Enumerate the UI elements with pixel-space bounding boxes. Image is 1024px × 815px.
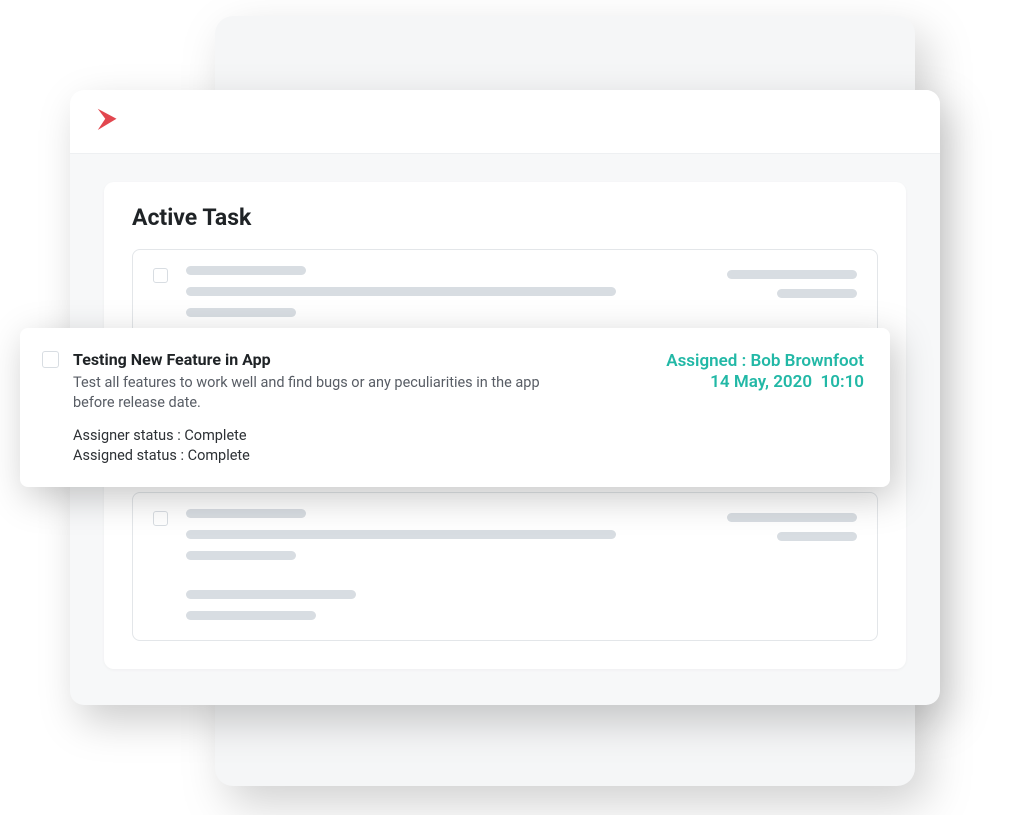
task-card-highlighted[interactable]: Testing New Feature in App Test all feat… — [20, 328, 890, 487]
task-meta-placeholder — [727, 270, 857, 298]
assigner-status-value: Complete — [184, 427, 246, 444]
task-checkbox[interactable] — [153, 511, 168, 526]
task-datetime: 14 May, 2020 10:10 — [666, 372, 864, 392]
task-title: Testing New Feature in App — [73, 350, 652, 369]
task-checkbox[interactable] — [42, 351, 59, 368]
assigner-status: Assigner status : Complete — [73, 426, 652, 446]
task-row[interactable] — [132, 492, 878, 641]
task-date: 14 May, 2020 — [710, 372, 812, 392]
assigned-name: Bob Brownfoot — [750, 351, 864, 371]
task-assigned-to: Assigned : Bob Brownfoot — [666, 350, 864, 372]
task-main: Testing New Feature in App Test all feat… — [73, 350, 652, 465]
assigned-status: Assigned status : Complete — [73, 446, 652, 466]
assigned-label: Assigned : — [666, 351, 746, 371]
task-checkbox[interactable] — [153, 268, 168, 283]
logo-chevron-icon — [94, 105, 124, 139]
task-meta: Assigned : Bob Brownfoot 14 May, 2020 10… — [666, 350, 864, 465]
task-meta-placeholder — [727, 513, 857, 541]
task-description: Test all features to work well and find … — [73, 373, 553, 412]
assigned-status-label: Assigned status : — [73, 447, 184, 464]
task-time: 10:10 — [821, 372, 864, 392]
panel-title: Active Task — [132, 204, 878, 231]
assigned-status-value: Complete — [188, 447, 250, 464]
assigner-status-label: Assigner status : — [73, 427, 181, 444]
window-header — [70, 90, 940, 154]
